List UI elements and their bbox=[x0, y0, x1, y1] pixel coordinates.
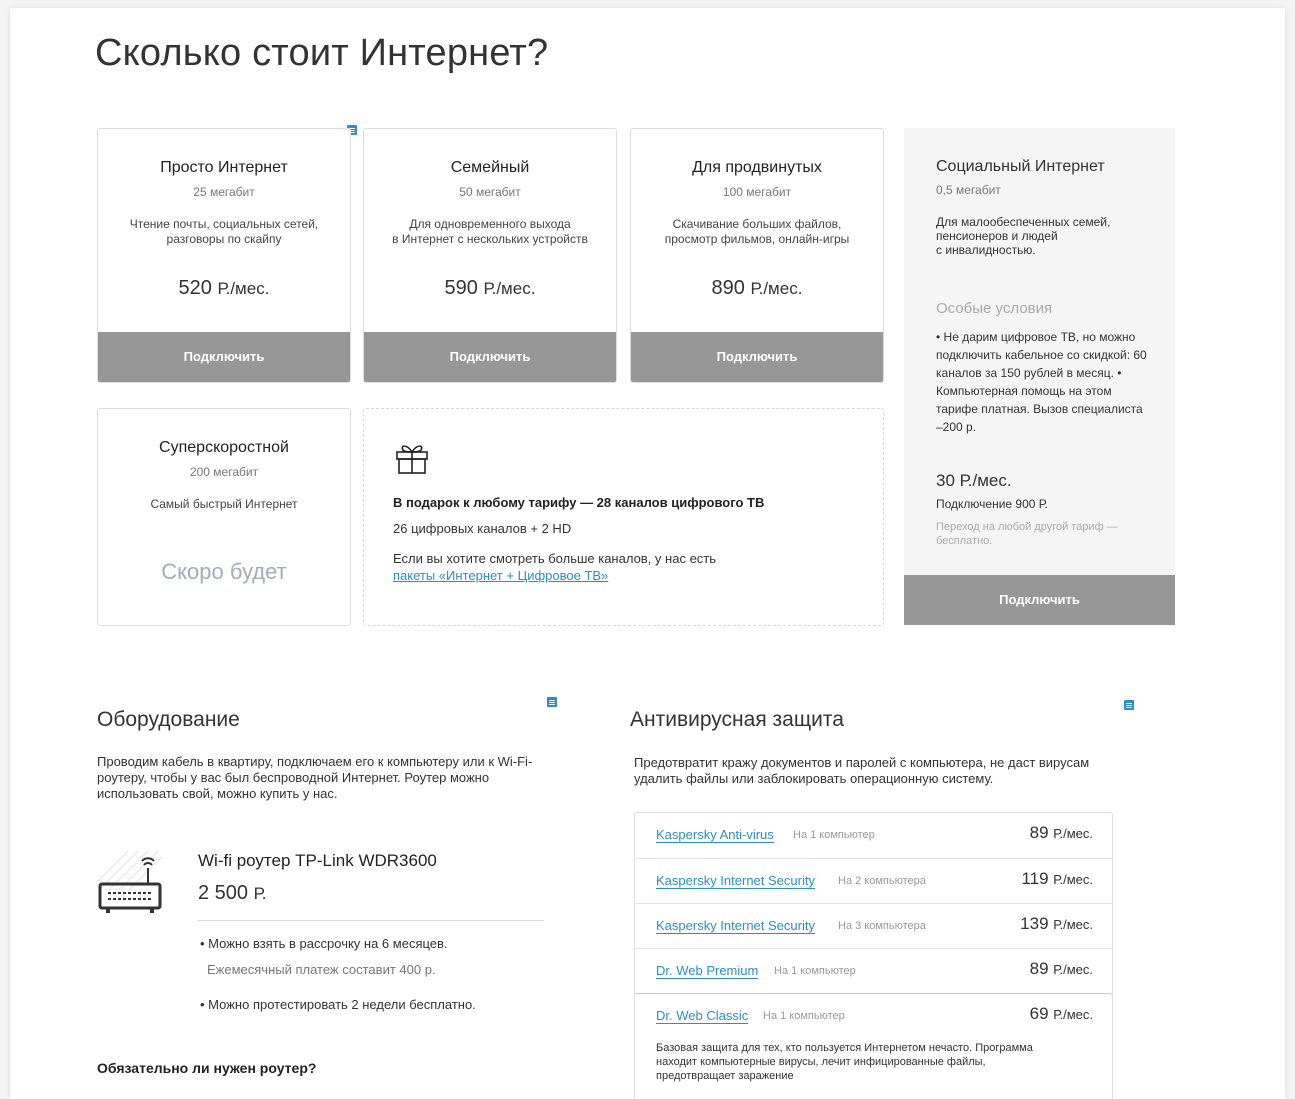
gift-title: В подарок к любому тарифу — 28 каналов ц… bbox=[393, 495, 765, 510]
product-price: 139 Р./мес. bbox=[1020, 914, 1093, 933]
tariff-speed: 0,5 мегабит bbox=[936, 183, 1001, 197]
trial-bullet: • Можно протестировать 2 недели бесплатн… bbox=[200, 997, 476, 1012]
product-link[interactable]: Dr. Web Premium bbox=[656, 964, 759, 979]
list-item[interactable]: Kaspersky Anti-virus На 1 компьютер 89 Р… bbox=[635, 813, 1112, 858]
router-price: 2 500 Р. bbox=[198, 882, 267, 904]
tariff-name: Суперскоростной bbox=[159, 439, 289, 456]
faq-router[interactable]: Обязательно ли нужен роутер? bbox=[97, 1060, 316, 1076]
antivirus-text: Предотвратит кражу документов и паролей … bbox=[634, 755, 1090, 786]
page: Сколько стоит Интернет? Просто Интернет … bbox=[10, 8, 1285, 1099]
tariff-description: Скачивание больших файлов, просмотр филь… bbox=[664, 217, 850, 246]
list-item[interactable]: Kaspersky Internet Security На 2 компьют… bbox=[635, 858, 1112, 903]
connection-fee: Подключение 900 Р. bbox=[936, 497, 1048, 511]
note-icon[interactable] bbox=[1124, 700, 1134, 710]
tariff-price: 520 Р./мес. bbox=[178, 277, 270, 299]
note-icon[interactable] bbox=[547, 697, 557, 707]
antivirus-table: Kaspersky Anti-virus На 1 компьютер 89 Р… bbox=[634, 812, 1113, 1099]
gift-icon bbox=[396, 445, 428, 474]
tariff-card-superfast: Суперскоростной 200 мегабит Самый быстры… bbox=[97, 408, 351, 626]
connect-button[interactable]: Подключить bbox=[631, 332, 883, 382]
tariff-description: Для одновременного выхода в Интернет с н… bbox=[392, 217, 588, 246]
tariff-speed: 100 мегабит bbox=[722, 185, 792, 199]
tariff-name: Социальный Интернет bbox=[936, 158, 1105, 175]
equipment-text: Проводим кабель в квартиру, подключаем е… bbox=[97, 754, 533, 801]
tariff-name: Просто Интернет bbox=[160, 159, 288, 176]
list-item-header: Dr. Web Classic На 1 компьютер 69 Р./мес… bbox=[635, 994, 1112, 1039]
connect-button[interactable]: Подключить bbox=[904, 575, 1175, 625]
divider bbox=[198, 920, 544, 921]
computer-count: На 1 компьютер bbox=[763, 1010, 845, 1022]
equipment-title: Оборудование bbox=[97, 708, 240, 731]
tariff-description: Чтение почты, социальных сетей, разговор… bbox=[129, 217, 319, 246]
tariff-price: 30 Р./мес. bbox=[936, 471, 1012, 490]
list-item[interactable]: Dr. Web Premium На 1 компьютер 89 Р./мес… bbox=[635, 948, 1112, 993]
product-price: 119 Р./мес. bbox=[1021, 869, 1093, 888]
coming-soon-label: Скоро будет bbox=[161, 559, 287, 584]
installment-bullet: • Можно взять в рассрочку на 6 месяцев. bbox=[200, 936, 448, 951]
monthly-payment: Ежемесячный платеж составит 400 р. bbox=[207, 962, 436, 977]
list-item[interactable]: Kaspersky Internet Security На 3 компьют… bbox=[635, 903, 1112, 948]
tariff-name: Семейный bbox=[450, 159, 530, 176]
tariff-name: Для продвинутых bbox=[692, 159, 822, 176]
product-link[interactable]: Kaspersky Internet Security bbox=[656, 874, 815, 889]
product-description: Базовая защита для тех, кто пользуется И… bbox=[656, 1042, 1033, 1082]
antivirus-title: Антивирусная защита bbox=[630, 708, 844, 731]
switch-note: Переход на любой другой тариф — бесплатн… bbox=[936, 521, 1118, 547]
page-title: Сколько стоит Интернет? bbox=[95, 32, 549, 74]
product-price: 89 Р./мес. bbox=[1029, 959, 1093, 978]
tariff-card-family: Семейный 50 мегабит Для одновременного в… bbox=[363, 128, 617, 383]
gift-more: Если вы хотите смотреть больше каналов, … bbox=[393, 551, 717, 583]
product-price: 89 Р./мес. bbox=[1029, 823, 1093, 842]
router-icon bbox=[98, 851, 162, 913]
tariff-card-advanced: Для продвинутых 100 мегабит Скачивание б… bbox=[630, 128, 884, 383]
product-link[interactable]: Dr. Web Classic bbox=[656, 1009, 749, 1024]
product-price: 69 Р./мес. bbox=[1029, 1004, 1093, 1023]
computer-count: На 1 компьютер bbox=[774, 965, 856, 977]
tariff-description: Самый быстрый Интернет bbox=[150, 497, 298, 511]
tariff-speed: 50 мегабит bbox=[459, 185, 521, 199]
tariff-card-basic: Просто Интернет 25 мегабит Чтение почты,… bbox=[97, 128, 351, 383]
product-link[interactable]: Kaspersky Anti-virus bbox=[656, 828, 774, 843]
tariff-price: 890 Р./мес. bbox=[711, 277, 803, 299]
computer-count: На 2 компьютера bbox=[838, 875, 926, 887]
router-name: Wi-fi роутер TP-Link WDR3600 bbox=[198, 851, 437, 870]
gift-panel: В подарок к любому тарифу — 28 каналов ц… bbox=[363, 408, 884, 626]
gift-channels: 26 цифровых каналов + 2 HD bbox=[393, 521, 572, 536]
computer-count: На 3 компьютера bbox=[838, 920, 926, 932]
packages-link[interactable]: пакеты «Интернет + Цифровое ТВ» bbox=[393, 568, 608, 583]
conditions-list: • Не дарим цифровое ТВ, но можно подключ… bbox=[936, 330, 1147, 434]
connect-button[interactable]: Подключить bbox=[98, 332, 350, 382]
list-item-selected[interactable]: Dr. Web Classic На 1 компьютер 69 Р./мес… bbox=[635, 993, 1112, 1099]
tariff-card-social: Социальный Интернет 0,5 мегабит Для мало… bbox=[904, 128, 1175, 625]
tariff-speed: 25 мегабит bbox=[193, 185, 255, 199]
computer-count: На 1 компьютер bbox=[793, 829, 875, 841]
conditions-title: Особые условия bbox=[936, 300, 1053, 317]
tariff-description: Для малообеспеченных семей, пенсионеров … bbox=[936, 215, 1111, 257]
tariff-speed: 200 мегабит bbox=[189, 465, 259, 479]
tariff-price: 590 Р./мес. bbox=[444, 277, 536, 299]
connect-button[interactable]: Подключить bbox=[364, 332, 616, 382]
product-link[interactable]: Kaspersky Internet Security bbox=[656, 919, 815, 934]
